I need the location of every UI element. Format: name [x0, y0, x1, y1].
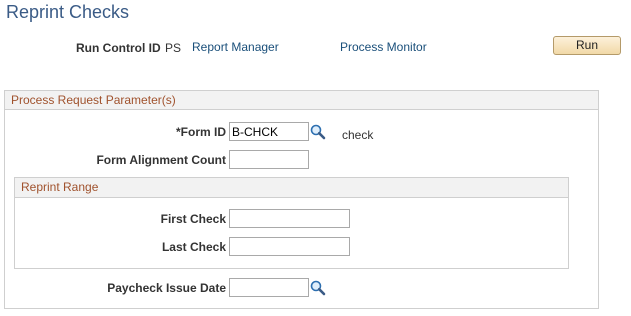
process-monitor-link[interactable]: Process Monitor: [340, 40, 427, 54]
last-check-label: Last Check: [161, 240, 226, 254]
run-control-id-label: Run Control ID: [76, 41, 161, 55]
form-alignment-count-input[interactable]: [229, 150, 309, 169]
form-id-lookup-icon[interactable]: [309, 123, 327, 141]
form-id-input[interactable]: [229, 122, 309, 141]
first-check-input[interactable]: [229, 209, 350, 228]
paycheck-issue-date-input[interactable]: [229, 278, 309, 297]
paycheck-issue-date-lookup-icon[interactable]: [309, 279, 327, 297]
paycheck-issue-date-label: Paycheck Issue Date: [107, 281, 226, 295]
report-manager-link[interactable]: Report Manager: [192, 40, 279, 54]
process-request-parameters-header: Process Request Parameter(s): [5, 91, 598, 110]
form-id-label: *Form ID: [175, 125, 226, 139]
reprint-range-header: Reprint Range: [15, 178, 568, 198]
first-check-label: First Check: [160, 212, 226, 226]
run-control-id-value: PS: [165, 41, 182, 55]
form-id-description: check: [342, 128, 374, 142]
last-check-input[interactable]: [229, 237, 350, 256]
run-button[interactable]: Run: [553, 36, 621, 55]
form-alignment-count-label: Form Alignment Count: [96, 153, 226, 167]
page-title: Reprint Checks: [6, 2, 130, 22]
